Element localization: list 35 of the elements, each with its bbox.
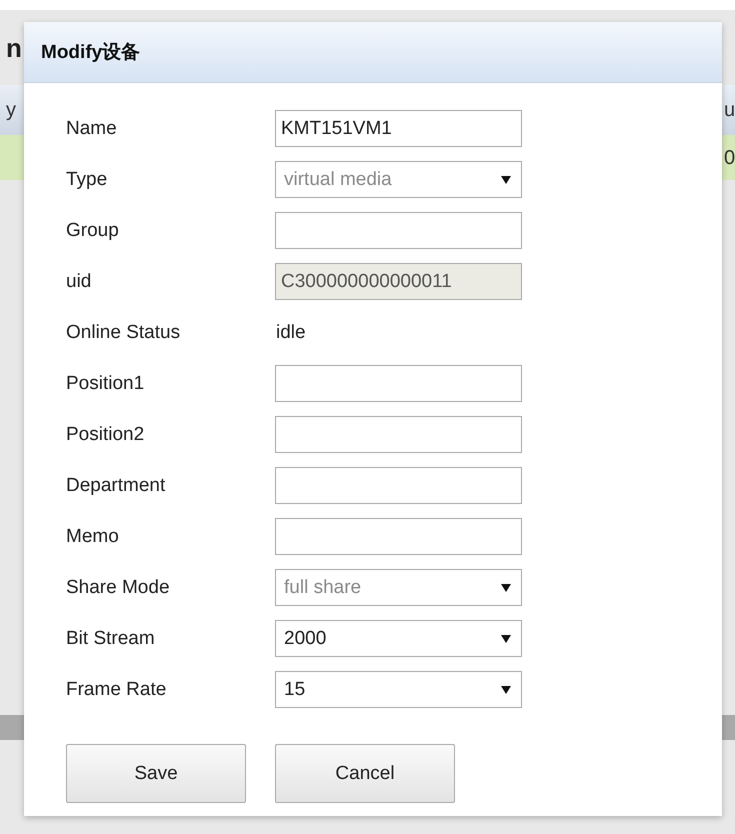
field-label: Type bbox=[66, 168, 108, 190]
input-field[interactable] bbox=[275, 518, 522, 555]
caret-icon bbox=[501, 582, 511, 592]
dropdown[interactable]: 15 bbox=[275, 671, 522, 708]
dialog-title: Modify设备 bbox=[41, 41, 140, 65]
input-field[interactable] bbox=[275, 365, 522, 402]
page-title: n bbox=[6, 34, 22, 60]
field-label: Frame Rate bbox=[66, 678, 168, 700]
field-label: Position2 bbox=[66, 424, 146, 446]
input-field[interactable]: KMT151VM1 bbox=[275, 110, 522, 147]
caret-icon bbox=[501, 634, 511, 644]
field-label: Group bbox=[66, 220, 120, 242]
save-button[interactable]: Save bbox=[66, 744, 246, 803]
input-field[interactable] bbox=[275, 212, 522, 249]
field-label: Memo bbox=[66, 526, 120, 548]
caret-icon bbox=[501, 174, 511, 184]
field-label: Name bbox=[66, 118, 118, 140]
field-label: Online Status bbox=[66, 322, 182, 344]
footer-bar bbox=[0, 715, 24, 740]
dropdown[interactable]: 2000 bbox=[275, 620, 522, 657]
field-label: uid bbox=[66, 270, 92, 292]
footer-bar bbox=[722, 715, 735, 740]
column-header: u bbox=[724, 100, 735, 120]
cancel-button[interactable]: Cancel bbox=[275, 744, 455, 803]
field-label: Share Mode bbox=[66, 576, 171, 598]
caret-icon bbox=[501, 684, 511, 694]
field-label: Bit Stream bbox=[66, 628, 156, 650]
table-row bbox=[0, 135, 24, 180]
status-value: idle bbox=[275, 322, 306, 344]
table-cell: 0 bbox=[724, 148, 735, 168]
field-label: Position1 bbox=[66, 372, 146, 394]
field-label: Department bbox=[66, 474, 166, 496]
input-field[interactable] bbox=[275, 467, 522, 504]
input-field[interactable] bbox=[275, 416, 522, 453]
column-header: y bbox=[6, 100, 16, 120]
